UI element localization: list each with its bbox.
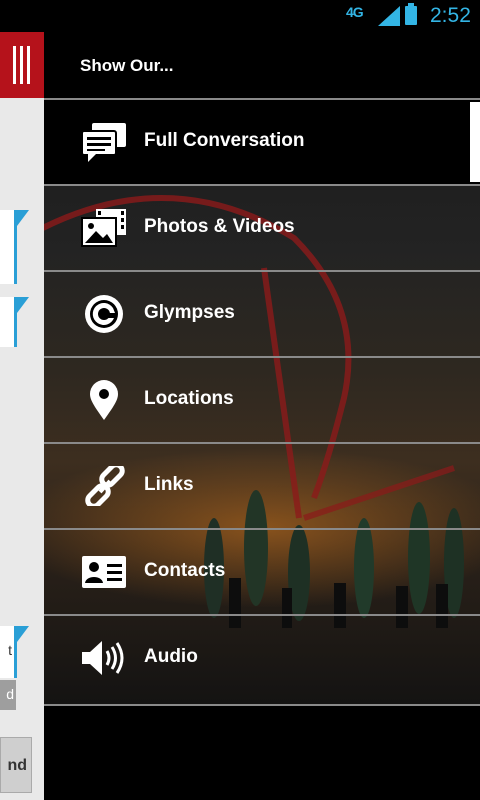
clock: 2:52 xyxy=(430,4,471,27)
menu-item-label: Contacts xyxy=(144,560,226,581)
status-bar: 4G 2:52 xyxy=(0,0,480,32)
glympse-icon xyxy=(85,295,123,333)
menu-item-label: Audio xyxy=(144,646,198,667)
photos-videos-icon xyxy=(81,209,126,247)
message-bubble[interactable]: t xyxy=(0,626,17,678)
location-pin-icon xyxy=(90,380,118,420)
divider xyxy=(44,704,480,706)
drawer-menu-list: Full Conversation Photos & Videos Glymps… xyxy=(44,98,480,700)
background-conversation-pane: t d nd xyxy=(0,32,44,800)
bubble-tail xyxy=(17,626,29,642)
menu-item-glympses[interactable]: Glympses xyxy=(44,270,480,356)
message-text: t xyxy=(8,642,12,658)
bubble-tail xyxy=(17,210,29,226)
menu-item-full-conversation[interactable]: Full Conversation xyxy=(44,98,480,184)
message-bubble[interactable] xyxy=(0,210,17,284)
bubble-tail xyxy=(17,297,29,313)
contact-card-icon xyxy=(82,556,126,588)
sent-status-label: d xyxy=(0,680,16,710)
message-bubble[interactable] xyxy=(0,297,17,347)
selected-indicator xyxy=(470,102,480,182)
link-icon xyxy=(85,466,125,506)
conversation-icon xyxy=(81,123,126,162)
speaker-icon xyxy=(82,641,124,675)
menu-item-label: Full Conversation xyxy=(144,130,305,151)
menu-item-contacts[interactable]: Contacts xyxy=(44,528,480,614)
network-type-indicator: 4G xyxy=(346,4,364,20)
menu-item-links[interactable]: Links xyxy=(44,442,480,528)
menu-item-locations[interactable]: Locations xyxy=(44,356,480,442)
drawer-header: Show Our... xyxy=(44,32,480,98)
sent-status-text: d xyxy=(6,686,14,702)
menu-item-label: Photos & Videos xyxy=(144,216,295,237)
navigation-drawer: Show Our... Full Conversation Photos & V… xyxy=(44,32,480,800)
menu-item-label: Links xyxy=(144,474,194,495)
menu-item-audio[interactable]: Audio xyxy=(44,614,480,700)
menu-item-photos-videos[interactable]: Photos & Videos xyxy=(44,184,480,270)
drawer-title: Show Our... xyxy=(80,56,174,75)
menu-item-label: Locations xyxy=(144,388,234,409)
signal-strength-icon xyxy=(378,6,400,26)
menu-toggle-button[interactable] xyxy=(0,32,44,98)
send-button[interactable]: nd xyxy=(0,737,32,793)
battery-icon xyxy=(405,3,417,25)
menu-item-label: Glympses xyxy=(144,302,235,323)
